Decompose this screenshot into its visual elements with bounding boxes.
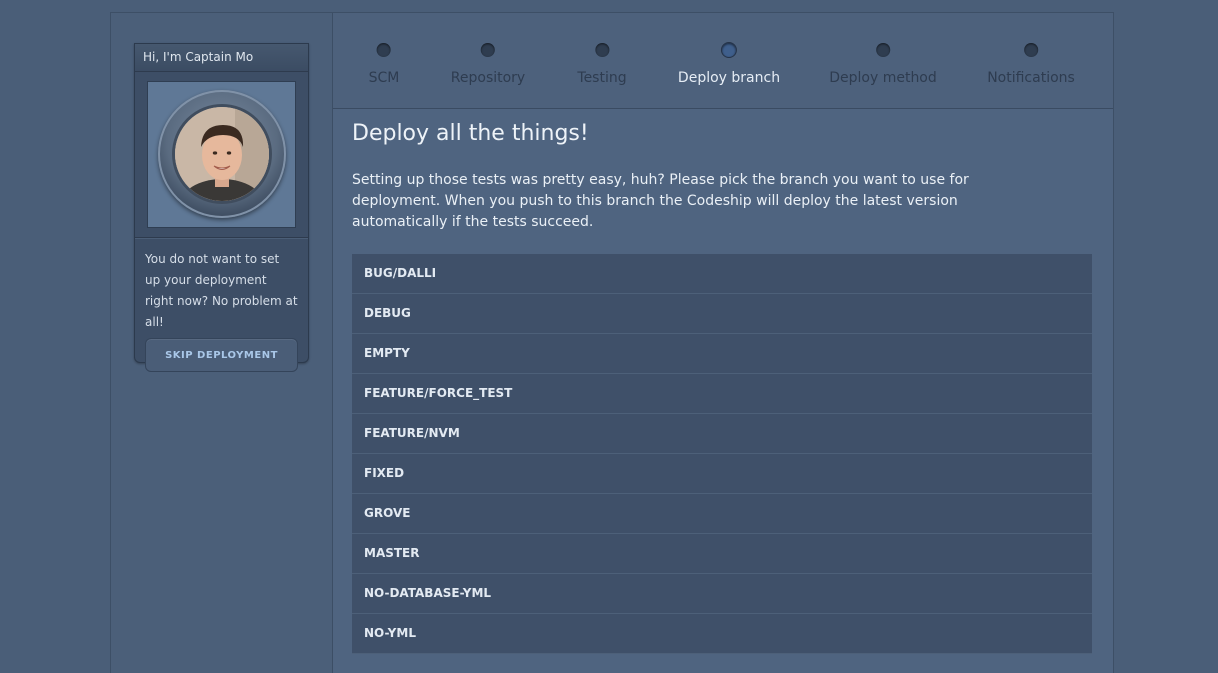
branch-item[interactable]: FIXED (352, 454, 1092, 494)
skip-message: You do not want to set up your deploymen… (145, 252, 298, 329)
page-description: Setting up those tests was pretty easy, … (352, 172, 969, 230)
branch-item[interactable]: EMPTY (352, 334, 1092, 374)
step-deploy-branch[interactable]: Deploy branch (678, 42, 780, 86)
avatar-frame (147, 81, 296, 228)
branch-item[interactable]: NO-YML (352, 614, 1092, 654)
branch-item[interactable]: MASTER (352, 534, 1092, 574)
step-label: Testing (577, 70, 627, 86)
branch-item[interactable]: BUG/DALLI (352, 254, 1092, 294)
step-label: SCM (368, 70, 400, 86)
branch-list: BUG/DALLI DEBUG EMPTY FEATURE/FORCE_TEST… (352, 254, 1092, 654)
step-scm[interactable]: SCM (368, 43, 400, 86)
branch-item[interactable]: NO-DATABASE-YML (352, 574, 1092, 614)
avatar (172, 104, 272, 204)
step-label: Deploy method (829, 70, 937, 86)
branch-item[interactable]: GROVE (352, 494, 1092, 534)
step-label: Repository (450, 70, 526, 86)
card-greeting: Hi, I'm Captain Mo (135, 44, 308, 72)
app-frame: Hi, I'm Captain Mo You do not want to se… (110, 12, 1114, 673)
branch-item[interactable]: FEATURE/NVM (352, 414, 1092, 454)
step-dot-active (720, 42, 737, 58)
step-notifications[interactable]: Notifications (987, 43, 1075, 86)
step-dot (1024, 43, 1038, 57)
page-title: Deploy all the things! (352, 121, 589, 146)
avatar-porthole (158, 90, 286, 218)
step-dot (875, 43, 890, 57)
step-dot (377, 43, 391, 57)
main-content: SCM Repository Testing Deploy branch Dep… (333, 13, 1113, 673)
wizard-steps: SCM Repository Testing Deploy branch Dep… (333, 13, 1113, 109)
branch-item[interactable]: FEATURE/FORCE_TEST (352, 374, 1092, 414)
step-label: Deploy branch (677, 70, 781, 86)
avatar-portrait (175, 107, 269, 201)
sidebar: Hi, I'm Captain Mo You do not want to se… (111, 13, 333, 673)
step-dot (480, 43, 495, 57)
step-dot (595, 43, 609, 57)
skip-deployment-button[interactable]: SKIP DEPLOYMENT (145, 338, 298, 372)
step-deploy-method[interactable]: Deploy method (829, 43, 937, 86)
captain-card: Hi, I'm Captain Mo You do not want to se… (134, 43, 309, 372)
branch-item[interactable]: DEBUG (352, 294, 1092, 334)
step-label: Notifications (987, 70, 1075, 86)
step-repository[interactable]: Repository (451, 43, 525, 86)
step-testing[interactable]: Testing (577, 43, 627, 86)
